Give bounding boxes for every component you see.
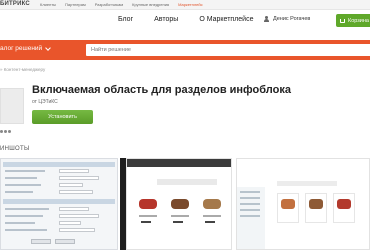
rating-stars bbox=[0, 130, 11, 133]
form-text-line bbox=[5, 177, 37, 179]
page-title: Включаемая область для разделов инфоблок… bbox=[32, 84, 291, 96]
product-price bbox=[173, 221, 183, 223]
product-caption bbox=[203, 215, 221, 217]
top-link-marketplace[interactable]: Маркетплейс bbox=[178, 2, 203, 7]
preview-tabs bbox=[277, 181, 337, 186]
form-section-header bbox=[3, 199, 115, 204]
preview-sidebar bbox=[237, 187, 265, 249]
screenshot-thumbnail[interactable] bbox=[236, 158, 370, 250]
main-header bbox=[0, 10, 370, 40]
nav-item-authors[interactable]: Авторы bbox=[154, 16, 178, 23]
form-field bbox=[59, 176, 99, 180]
form-text-line bbox=[5, 215, 43, 217]
sidebar-line bbox=[240, 203, 260, 205]
form-field bbox=[59, 183, 83, 187]
install-button[interactable]: Установить bbox=[32, 110, 93, 124]
catalog-label: алог решений bbox=[0, 45, 43, 52]
form-section-header bbox=[3, 162, 115, 167]
sidebar-line bbox=[240, 215, 260, 217]
star-icon bbox=[0, 130, 3, 133]
top-link-developers[interactable]: Разработчикам bbox=[95, 2, 123, 7]
product-caption bbox=[171, 215, 189, 217]
user-name[interactable]: Денис Рогачев bbox=[273, 16, 310, 22]
form-text-line bbox=[5, 191, 33, 193]
product-price bbox=[141, 221, 151, 223]
product-image bbox=[139, 199, 157, 209]
user-icon bbox=[263, 16, 269, 22]
main-nav: Блог Авторы О Маркетплейсе bbox=[118, 16, 253, 23]
vendor-link[interactable]: от ЦЭТиКС bbox=[32, 99, 58, 105]
nav-item-blog[interactable]: Блог bbox=[118, 16, 133, 23]
app-logo bbox=[0, 88, 24, 124]
product-image bbox=[337, 199, 351, 209]
screenshot-thumbnail[interactable] bbox=[0, 158, 118, 250]
nav-item-about[interactable]: О Маркетплейсе bbox=[199, 16, 253, 23]
top-link-enterprise[interactable]: Крупные внедрения bbox=[132, 2, 169, 7]
brand-logo[interactable]: БИТРИКС bbox=[0, 1, 30, 7]
form-field bbox=[59, 214, 99, 218]
product-image bbox=[309, 199, 323, 209]
form-text-line bbox=[5, 170, 45, 172]
preview-header bbox=[127, 159, 231, 167]
top-links: Клиенты Партнерам Разработчикам Крупные … bbox=[40, 2, 203, 7]
form-button bbox=[31, 239, 51, 244]
form-field bbox=[59, 221, 81, 225]
form-text-line bbox=[5, 208, 49, 210]
cart-label: Корзина bbox=[348, 17, 369, 24]
top-strip: БИТРИКС Клиенты Партнерам Разработчикам … bbox=[0, 0, 370, 10]
form-field bbox=[59, 207, 89, 211]
screenshot-thumbnail[interactable] bbox=[126, 158, 232, 250]
product-image bbox=[203, 199, 221, 209]
screenshots-heading: ИНШОТЫ bbox=[0, 146, 30, 152]
form-field bbox=[59, 228, 95, 232]
sidebar-line bbox=[240, 191, 260, 193]
sidebar-line bbox=[240, 209, 260, 211]
star-icon bbox=[8, 130, 11, 133]
preview-tabs bbox=[157, 179, 217, 185]
catalog-bar: алог решений Найти решение bbox=[0, 40, 370, 60]
cart-button[interactable]: Корзина bbox=[336, 14, 370, 27]
user-menu[interactable]: Денис Рогачев bbox=[263, 16, 310, 22]
top-link-clients[interactable]: Клиенты bbox=[40, 2, 56, 7]
catalog-dropdown[interactable]: алог решений bbox=[0, 44, 52, 52]
form-field bbox=[59, 190, 93, 194]
form-text-line bbox=[5, 184, 41, 186]
form-field bbox=[59, 169, 89, 173]
form-button bbox=[55, 239, 75, 244]
product-price bbox=[205, 221, 215, 223]
form-text-line bbox=[5, 222, 35, 224]
cart-icon bbox=[340, 18, 345, 23]
sidebar-line bbox=[240, 197, 260, 199]
search-input[interactable]: Найти решение bbox=[86, 44, 370, 56]
chevron-down-icon bbox=[45, 44, 52, 51]
form-text-line bbox=[5, 229, 47, 231]
screenshots-gallery bbox=[0, 158, 370, 250]
top-link-partners[interactable]: Партнерам bbox=[65, 2, 86, 7]
product-caption bbox=[139, 215, 157, 217]
product-image bbox=[171, 199, 189, 209]
breadcrumb[interactable]: » Контент-менеджеру bbox=[0, 67, 45, 72]
product-image bbox=[281, 199, 295, 209]
star-icon bbox=[4, 130, 7, 133]
